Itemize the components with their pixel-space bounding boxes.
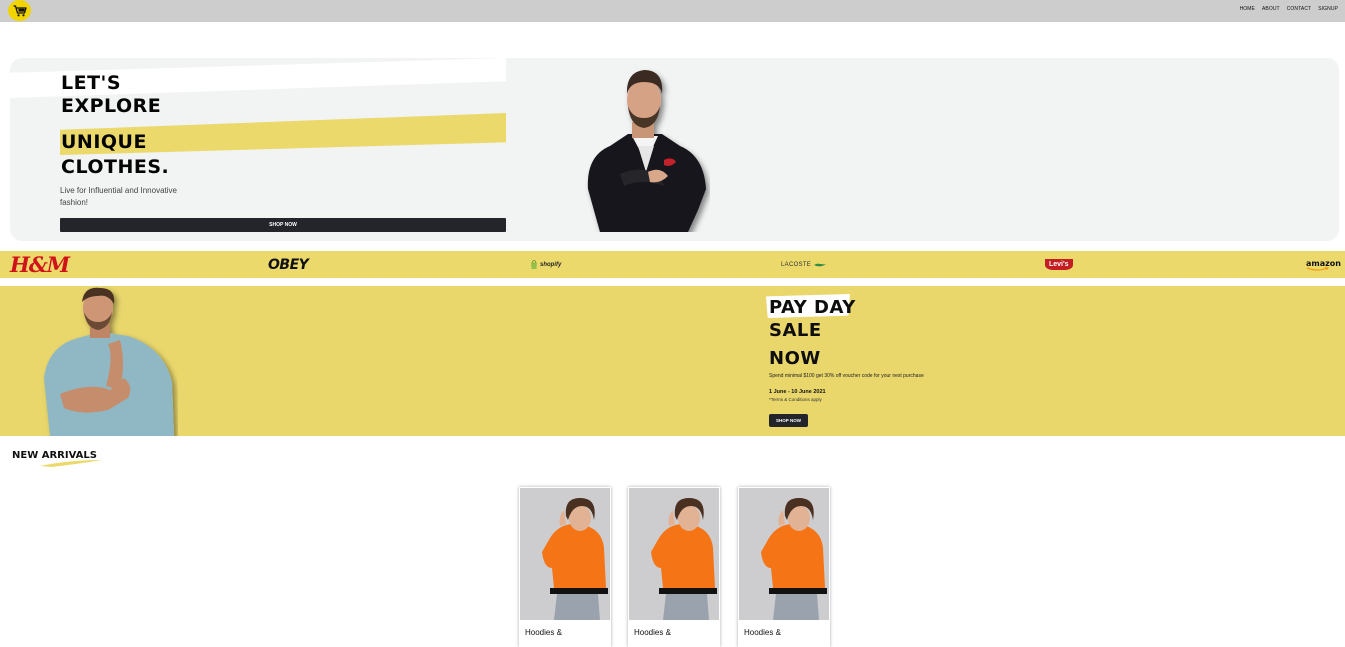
- hero-title-line3: UNIQUE: [61, 131, 147, 153]
- brand-levis-logo[interactable]: Levi's: [1045, 251, 1073, 278]
- product-card[interactable]: Hoodies &: [519, 487, 611, 647]
- brand-shopify-logo[interactable]: shopify: [530, 251, 561, 278]
- hero-title-line4: CLOTHES.: [61, 156, 170, 178]
- sale-dates: 1 June - 10 June 2021: [769, 389, 826, 395]
- amazon-smile-icon: [1306, 266, 1329, 271]
- nav-link-signup[interactable]: SIGNUP: [1318, 6, 1338, 12]
- sale-banner: PAY DAY SALE NOW Spend minimal $100 get …: [0, 286, 1345, 436]
- brand-strip: H&M OBEY shopify LACOSTE Levi's amazon: [0, 251, 1345, 278]
- hero-shop-now-button[interactable]: SHOP NOW: [60, 218, 506, 232]
- sale-shop-now-button[interactable]: SHOP NOW: [769, 414, 808, 427]
- hero-title-line1: LET'S: [61, 72, 122, 94]
- nav-link-home[interactable]: HOME: [1240, 6, 1255, 12]
- product-image: [739, 488, 829, 620]
- lacoste-wordmark: LACOSTE: [781, 261, 812, 268]
- product-image: [520, 488, 610, 620]
- brand-obey-logo[interactable]: OBEY: [268, 251, 309, 278]
- product-card[interactable]: Hoodies &: [738, 487, 830, 647]
- sale-description: Spend minimal $100 get 30% off voucher c…: [769, 373, 924, 379]
- product-name: Hoodies &: [634, 628, 671, 637]
- product-image: [629, 488, 719, 620]
- sale-terms: *Terms & Conditions apply: [769, 397, 822, 402]
- shopping-cart-icon[interactable]: [8, 0, 31, 21]
- new-arrivals-title: NEW ARRIVALS: [12, 450, 97, 461]
- crocodile-icon: [814, 263, 827, 266]
- hero-subtitle: Live for Influential and Innovative fash…: [60, 186, 177, 207]
- product-card[interactable]: Hoodies &: [628, 487, 720, 647]
- levis-badge: Levi's: [1045, 259, 1073, 270]
- sale-title-line1: PAY DAY: [769, 297, 856, 318]
- hero-model-image: [587, 70, 706, 232]
- product-name: Hoodies &: [525, 628, 562, 637]
- sale-title-line2: SALE: [769, 320, 822, 341]
- navbar: HOME ABOUT CONTACT SIGNUP: [0, 0, 1345, 22]
- sale-title-line3: NOW: [769, 348, 821, 369]
- nav-link-contact[interactable]: CONTACT: [1287, 6, 1312, 12]
- shopify-wordmark: shopify: [540, 261, 562, 268]
- hero-title-line2: EXPLORE: [61, 95, 162, 117]
- product-name: Hoodies &: [744, 628, 781, 637]
- nav-link-about[interactable]: ABOUT: [1262, 6, 1280, 12]
- nav-links: HOME ABOUT CONTACT SIGNUP: [1240, 6, 1338, 12]
- brand-lacoste-logo[interactable]: LACOSTE: [781, 251, 827, 278]
- shopify-bag-icon: [531, 260, 537, 269]
- brand-amazon-logo[interactable]: amazon: [1306, 251, 1341, 278]
- brand-hm-logo[interactable]: H&M: [10, 251, 70, 278]
- hero-section: LET'S EXPLORE UNIQUE CLOTHES. Live for I…: [10, 58, 1339, 241]
- sale-model-image: [44, 287, 174, 436]
